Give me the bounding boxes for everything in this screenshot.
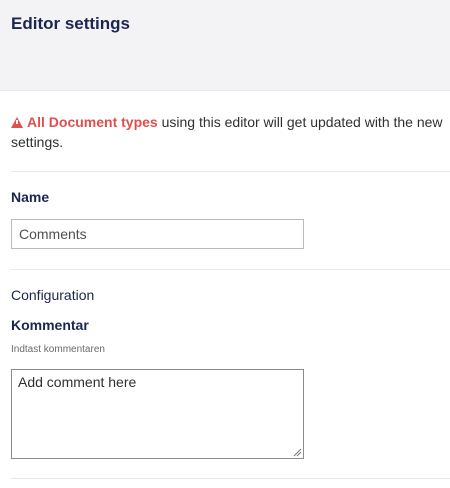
update-warning-notice: All Document types using this editor wil…: [11, 112, 443, 152]
divider: [11, 171, 450, 172]
name-label: Name: [11, 189, 50, 205]
resize-grip-icon[interactable]: [293, 448, 302, 457]
configuration-heading: Configuration: [11, 287, 95, 303]
warning-label: All Document types: [11, 114, 158, 130]
divider: [11, 269, 450, 270]
divider: [11, 478, 450, 479]
kommentar-label: Kommentar: [11, 317, 89, 333]
editor-settings-header: Editor settings: [0, 0, 450, 91]
name-input[interactable]: [11, 219, 304, 249]
kommentar-textarea[interactable]: Add comment here: [11, 369, 304, 459]
page-title: Editor settings: [11, 14, 131, 33]
warning-text: All Document types: [27, 114, 158, 130]
kommentar-description: Indtast kommentaren: [11, 344, 105, 355]
warning-icon: [11, 117, 23, 128]
